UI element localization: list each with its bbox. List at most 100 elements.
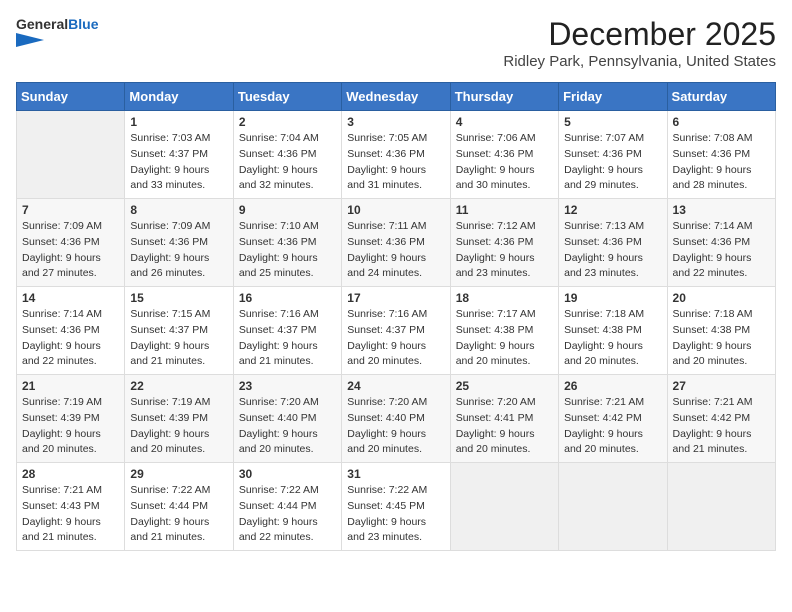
day-info: Sunrise: 7:13 AM Sunset: 4:36 PM Dayligh…	[564, 219, 661, 282]
calendar-cell: 9 Sunrise: 7:10 AM Sunset: 4:36 PM Daylig…	[233, 199, 341, 287]
day-info: Sunrise: 7:14 AM Sunset: 4:36 PM Dayligh…	[22, 307, 119, 370]
day-info: Sunrise: 7:11 AM Sunset: 4:36 PM Dayligh…	[347, 219, 444, 282]
day-info: Sunrise: 7:15 AM Sunset: 4:37 PM Dayligh…	[130, 307, 227, 370]
day-info: Sunrise: 7:16 AM Sunset: 4:37 PM Dayligh…	[347, 307, 444, 370]
day-number: 10	[347, 203, 444, 217]
day-info: Sunrise: 7:21 AM Sunset: 4:42 PM Dayligh…	[564, 395, 661, 458]
day-number: 19	[564, 291, 661, 305]
day-number: 26	[564, 379, 661, 393]
day-info: Sunrise: 7:20 AM Sunset: 4:41 PM Dayligh…	[456, 395, 553, 458]
calendar-cell	[450, 463, 558, 551]
day-info: Sunrise: 7:10 AM Sunset: 4:36 PM Dayligh…	[239, 219, 336, 282]
calendar-week-5: 28Sunrise: 7:21 AM Sunset: 4:43 PM Dayli…	[17, 463, 776, 551]
day-number: 30	[239, 467, 336, 481]
calendar-cell: 4 Sunrise: 7:06 AM Sunset: 4:36 PM Daylig…	[450, 111, 558, 199]
day-info: Sunrise: 7:09 AM Sunset: 4:36 PM Dayligh…	[130, 219, 227, 282]
calendar-cell: 1Sunrise: 7:03 AM Sunset: 4:37 PM Daylig…	[125, 111, 233, 199]
calendar-cell: 6 Sunrise: 7:08 AM Sunset: 4:36 PM Daylig…	[667, 111, 775, 199]
calendar-cell: 31 Sunrise: 7:22 AM Sunset: 4:45 PM Dayli…	[342, 463, 450, 551]
day-info: Sunrise: 7:22 AM Sunset: 4:45 PM Dayligh…	[347, 483, 444, 546]
calendar-cell: 28Sunrise: 7:21 AM Sunset: 4:43 PM Dayli…	[17, 463, 125, 551]
day-number: 29	[130, 467, 227, 481]
calendar-cell: 8 Sunrise: 7:09 AM Sunset: 4:36 PM Daylig…	[125, 199, 233, 287]
calendar-cell: 3 Sunrise: 7:05 AM Sunset: 4:36 PM Daylig…	[342, 111, 450, 199]
day-number: 2	[239, 115, 336, 129]
logo-general: General	[16, 16, 68, 32]
calendar-cell: 7 Sunrise: 7:09 AM Sunset: 4:36 PM Daylig…	[17, 199, 125, 287]
day-info: Sunrise: 7:03 AM Sunset: 4:37 PM Dayligh…	[130, 131, 227, 194]
day-number: 31	[347, 467, 444, 481]
title-section: December 2025 Ridley Park, Pennsylvania,…	[503, 16, 776, 70]
day-info: Sunrise: 7:20 AM Sunset: 4:40 PM Dayligh…	[239, 395, 336, 458]
day-number: 3	[347, 115, 444, 129]
day-number: 9	[239, 203, 336, 217]
day-number: 15	[130, 291, 227, 305]
day-info: Sunrise: 7:19 AM Sunset: 4:39 PM Dayligh…	[130, 395, 227, 458]
calendar-table: SundayMondayTuesdayWednesdayThursdayFrid…	[16, 82, 776, 551]
calendar-cell: 18Sunrise: 7:17 AM Sunset: 4:38 PM Dayli…	[450, 287, 558, 375]
calendar-cell: 22Sunrise: 7:19 AM Sunset: 4:39 PM Dayli…	[125, 375, 233, 463]
calendar-cell	[667, 463, 775, 551]
day-info: Sunrise: 7:05 AM Sunset: 4:36 PM Dayligh…	[347, 131, 444, 194]
day-header-wednesday: Wednesday	[342, 83, 450, 111]
calendar-cell: 17 Sunrise: 7:16 AM Sunset: 4:37 PM Dayli…	[342, 287, 450, 375]
calendar-cell: 19 Sunrise: 7:18 AM Sunset: 4:38 PM Dayli…	[559, 287, 667, 375]
day-info: Sunrise: 7:04 AM Sunset: 4:36 PM Dayligh…	[239, 131, 336, 194]
day-info: Sunrise: 7:08 AM Sunset: 4:36 PM Dayligh…	[673, 131, 770, 194]
calendar-week-2: 7 Sunrise: 7:09 AM Sunset: 4:36 PM Daylig…	[17, 199, 776, 287]
calendar-cell: 14Sunrise: 7:14 AM Sunset: 4:36 PM Dayli…	[17, 287, 125, 375]
calendar-cell: 13Sunrise: 7:14 AM Sunset: 4:36 PM Dayli…	[667, 199, 775, 287]
day-header-sunday: Sunday	[17, 83, 125, 111]
day-header-thursday: Thursday	[450, 83, 558, 111]
logo-icon	[16, 33, 54, 47]
day-number: 7	[22, 203, 119, 217]
day-info: Sunrise: 7:20 AM Sunset: 4:40 PM Dayligh…	[347, 395, 444, 458]
day-number: 11	[456, 203, 553, 217]
day-info: Sunrise: 7:18 AM Sunset: 4:38 PM Dayligh…	[673, 307, 770, 370]
day-number: 12	[564, 203, 661, 217]
calendar-cell: 25 Sunrise: 7:20 AM Sunset: 4:41 PM Dayli…	[450, 375, 558, 463]
day-number: 16	[239, 291, 336, 305]
day-info: Sunrise: 7:06 AM Sunset: 4:36 PM Dayligh…	[456, 131, 553, 194]
day-info: Sunrise: 7:22 AM Sunset: 4:44 PM Dayligh…	[239, 483, 336, 546]
calendar-cell: 16Sunrise: 7:16 AM Sunset: 4:37 PM Dayli…	[233, 287, 341, 375]
day-number: 28	[22, 467, 119, 481]
calendar-week-3: 14Sunrise: 7:14 AM Sunset: 4:36 PM Dayli…	[17, 287, 776, 375]
day-number: 17	[347, 291, 444, 305]
day-info: Sunrise: 7:21 AM Sunset: 4:42 PM Dayligh…	[673, 395, 770, 458]
calendar-cell: 5Sunrise: 7:07 AM Sunset: 4:36 PM Daylig…	[559, 111, 667, 199]
day-info: Sunrise: 7:09 AM Sunset: 4:36 PM Dayligh…	[22, 219, 119, 282]
day-header-monday: Monday	[125, 83, 233, 111]
calendar-cell: 15 Sunrise: 7:15 AM Sunset: 4:37 PM Dayli…	[125, 287, 233, 375]
calendar-cell: 11Sunrise: 7:12 AM Sunset: 4:36 PM Dayli…	[450, 199, 558, 287]
day-number: 25	[456, 379, 553, 393]
day-number: 21	[22, 379, 119, 393]
day-number: 4	[456, 115, 553, 129]
day-number: 6	[673, 115, 770, 129]
calendar-cell: 10 Sunrise: 7:11 AM Sunset: 4:36 PM Dayli…	[342, 199, 450, 287]
day-info: Sunrise: 7:07 AM Sunset: 4:36 PM Dayligh…	[564, 131, 661, 194]
calendar-cell: 29 Sunrise: 7:22 AM Sunset: 4:44 PM Dayli…	[125, 463, 233, 551]
day-number: 24	[347, 379, 444, 393]
day-info: Sunrise: 7:22 AM Sunset: 4:44 PM Dayligh…	[130, 483, 227, 546]
calendar-week-4: 21 Sunrise: 7:19 AM Sunset: 4:39 PM Dayli…	[17, 375, 776, 463]
calendar-cell: 12 Sunrise: 7:13 AM Sunset: 4:36 PM Dayli…	[559, 199, 667, 287]
day-info: Sunrise: 7:17 AM Sunset: 4:38 PM Dayligh…	[456, 307, 553, 370]
day-info: Sunrise: 7:19 AM Sunset: 4:39 PM Dayligh…	[22, 395, 119, 458]
day-header-friday: Friday	[559, 83, 667, 111]
day-info: Sunrise: 7:18 AM Sunset: 4:38 PM Dayligh…	[564, 307, 661, 370]
calendar-cell: 30 Sunrise: 7:22 AM Sunset: 4:44 PM Dayli…	[233, 463, 341, 551]
month-title: December 2025	[503, 16, 776, 53]
calendar-cell: 20Sunrise: 7:18 AM Sunset: 4:38 PM Dayli…	[667, 287, 775, 375]
calendar-cell: 26 Sunrise: 7:21 AM Sunset: 4:42 PM Dayli…	[559, 375, 667, 463]
day-header-tuesday: Tuesday	[233, 83, 341, 111]
day-number: 13	[673, 203, 770, 217]
location: Ridley Park, Pennsylvania, United States	[503, 53, 776, 70]
day-number: 27	[673, 379, 770, 393]
day-number: 23	[239, 379, 336, 393]
calendar-header-row: SundayMondayTuesdayWednesdayThursdayFrid…	[17, 83, 776, 111]
calendar-cell: 24 Sunrise: 7:20 AM Sunset: 4:40 PM Dayli…	[342, 375, 450, 463]
day-number: 8	[130, 203, 227, 217]
calendar-cell	[559, 463, 667, 551]
calendar-cell: 21 Sunrise: 7:19 AM Sunset: 4:39 PM Dayli…	[17, 375, 125, 463]
